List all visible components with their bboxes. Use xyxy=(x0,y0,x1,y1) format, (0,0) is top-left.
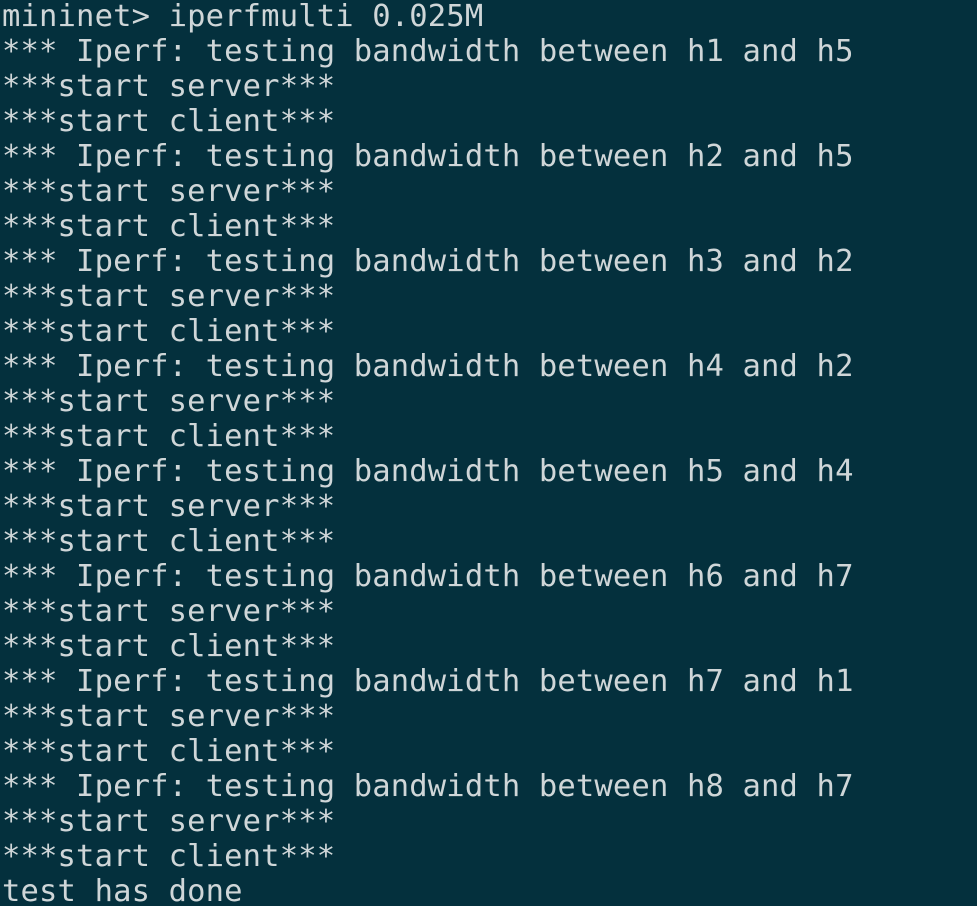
terminal-line: *** Iperf: testing bandwidth between h1 … xyxy=(2,34,854,69)
terminal-line: ***start server*** xyxy=(2,69,336,104)
terminal-line: ***start client*** xyxy=(2,524,336,559)
terminal-output: mininet> iperfmulti 0.025M *** Iperf: te… xyxy=(2,0,977,906)
terminal-line: ***start server*** xyxy=(2,594,336,629)
terminal-line: ***start server*** xyxy=(2,804,336,839)
terminal-line-final: test has done xyxy=(2,874,243,906)
terminal-line: ***start server*** xyxy=(2,279,336,314)
terminal-line: *** Iperf: testing bandwidth between h3 … xyxy=(2,244,854,279)
terminal-line: ***start server*** xyxy=(2,489,336,524)
terminal-line: ***start client*** xyxy=(2,839,336,874)
terminal-line: ***start client*** xyxy=(2,104,336,139)
terminal-line: ***start client*** xyxy=(2,734,336,769)
terminal-line: ***start client*** xyxy=(2,629,336,664)
terminal-line: ***start client*** xyxy=(2,419,336,454)
terminal-line: ***start server*** xyxy=(2,699,336,734)
terminal-line: *** Iperf: testing bandwidth between h2 … xyxy=(2,139,854,174)
terminal-line: *** Iperf: testing bandwidth between h8 … xyxy=(2,769,854,804)
terminal-line: *** Iperf: testing bandwidth between h5 … xyxy=(2,454,854,489)
terminal-line: *** Iperf: testing bandwidth between h4 … xyxy=(2,349,854,384)
terminal-line: ***start client*** xyxy=(2,209,336,244)
terminal-window[interactable]: mininet> iperfmulti 0.025M *** Iperf: te… xyxy=(0,0,977,906)
terminal-line-command: mininet> iperfmulti 0.025M xyxy=(2,0,484,34)
terminal-line: ***start server*** xyxy=(2,384,336,419)
terminal-line: *** Iperf: testing bandwidth between h6 … xyxy=(2,559,854,594)
terminal-line: ***start client*** xyxy=(2,314,336,349)
terminal-line: ***start server*** xyxy=(2,174,336,209)
terminal-line: *** Iperf: testing bandwidth between h7 … xyxy=(2,664,854,699)
